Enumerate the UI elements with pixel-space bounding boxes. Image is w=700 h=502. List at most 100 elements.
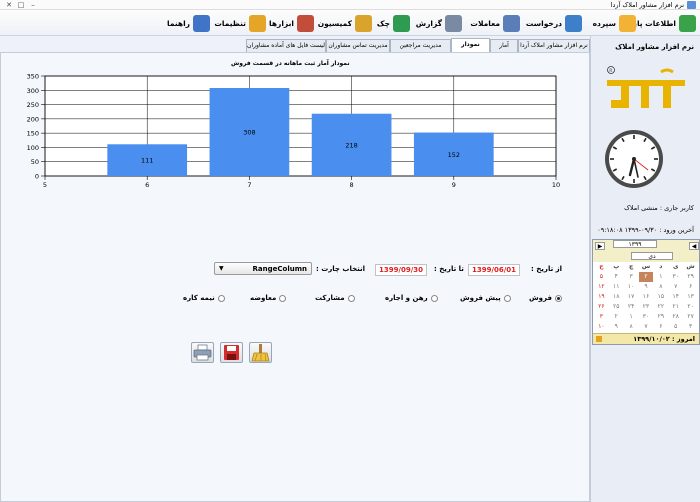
radio-label: مشارکت (315, 294, 345, 302)
save-icon (224, 345, 239, 360)
calendar-prev-icon[interactable]: ◀ (689, 242, 699, 250)
close-window-icon[interactable]: ✕ (4, 1, 14, 9)
calendar-day[interactable]: ۲ (638, 272, 654, 282)
filter-radio-3[interactable]: مشارکت (315, 294, 355, 302)
calendar-day[interactable]: ۳ (594, 312, 609, 322)
minimize-window-icon[interactable]: – (28, 1, 38, 9)
toolbar-button-3[interactable]: معاملات (470, 13, 520, 33)
calendar-day[interactable]: ۱۷ (624, 292, 639, 302)
calendar-day[interactable]: ۲۹ (653, 312, 668, 322)
calendar-day[interactable]: ۱۴ (668, 292, 683, 302)
calendar-day[interactable]: ۱۵ (653, 292, 668, 302)
chart-type-select[interactable]: ▼ RangeColumn (214, 262, 312, 275)
radio-button-icon[interactable] (554, 294, 562, 302)
broom-clear-icon (251, 344, 270, 362)
tab-2[interactable]: نمودار (451, 38, 490, 53)
calendar-day[interactable]: ۲۸ (668, 312, 683, 322)
radio-button-icon[interactable] (503, 294, 511, 302)
check-cheque-icon (393, 14, 410, 32)
folder-add-icon (679, 14, 696, 32)
calendar-day[interactable]: ۸ (653, 282, 668, 292)
radio-button-icon[interactable] (430, 294, 438, 302)
document-pen-icon (503, 14, 520, 32)
calendar-day[interactable]: ۱ (624, 312, 639, 322)
filter-radio-4[interactable]: معاوضه (250, 294, 287, 302)
save-button[interactable] (220, 342, 243, 363)
calendar-day[interactable]: ۲۴ (624, 302, 639, 312)
calendar-day[interactable]: ۷ (668, 282, 683, 292)
clear-button[interactable] (249, 342, 272, 363)
calendar-day[interactable]: ۱۹ (594, 292, 609, 302)
calendar-day[interactable]: ۱۶ (639, 292, 654, 302)
tab-4[interactable]: مدیریت تماس مشاوران (326, 39, 390, 52)
tab-5[interactable]: لیست فایل های آماده مشاوران (246, 39, 326, 52)
current-user-text: کاربر جاری : منشی املاک (624, 204, 694, 212)
toolbar-button-1[interactable]: سپرده (593, 13, 636, 33)
calendar-day[interactable]: ۱ (653, 272, 668, 282)
toolbar-button-0[interactable]: اطلاعات پایه (630, 13, 696, 33)
calendar-day[interactable]: ۱۳ (683, 292, 698, 302)
calendar-day[interactable]: ۲ (609, 312, 624, 322)
radio-button-icon[interactable] (217, 294, 225, 302)
maximize-window-icon[interactable]: □ (16, 1, 26, 9)
calendar-month-select[interactable]: دی (631, 252, 673, 260)
calendar-day[interactable]: ۹ (639, 282, 654, 292)
tab-3[interactable]: مدیریت مراجعین (390, 39, 451, 52)
gear-icon (249, 14, 266, 32)
calendar-day[interactable]: ۲۷ (683, 312, 698, 322)
today-label: امروز : ۱۳۹۹/۱۰/۰۲ (633, 335, 695, 343)
calendar-day[interactable]: ۱۱ (609, 282, 624, 292)
calendar-day[interactable]: ۲۹ (683, 272, 698, 282)
calendar-day[interactable]: ۳۰ (639, 312, 654, 322)
filter-radio-0[interactable]: فروش (529, 294, 562, 302)
toolbar-button-8[interactable]: تنظیمات (214, 13, 266, 33)
folder-icon (619, 14, 636, 32)
to-date-field[interactable]: 1399/09/30 (375, 264, 427, 276)
calendar-day[interactable]: ۱۰ (594, 322, 609, 332)
toolbar-button-9[interactable]: راهنما (167, 13, 210, 33)
toolbar-button-4[interactable]: گزارش (416, 13, 462, 33)
radio-button-icon[interactable] (347, 294, 355, 302)
radio-button-icon[interactable] (279, 294, 287, 302)
calendar-day[interactable]: ۴ (683, 322, 698, 332)
calendar-day[interactable]: ۳ (624, 272, 639, 282)
calendar-day[interactable]: ۱۰ (624, 282, 639, 292)
toolbar-button-label: راهنما (167, 18, 190, 28)
calendar-next-icon[interactable]: ▶ (595, 242, 605, 250)
filter-radio-5[interactable]: نیمه کاره (183, 294, 225, 302)
printer-icon (193, 344, 212, 361)
calendar-weekday: پ (613, 263, 620, 270)
calendar-day[interactable]: ۵ (668, 322, 683, 332)
calendar-day[interactable]: ۲۰ (683, 302, 698, 312)
calendar-day[interactable]: ۴ (609, 272, 624, 282)
calendar-day[interactable]: ۹ (609, 322, 624, 332)
calendar-today-bar[interactable]: امروز : ۱۳۹۹/۱۰/۰۲ (593, 333, 699, 344)
calendar-day[interactable]: ۵ (594, 272, 609, 282)
print-button[interactable] (191, 342, 214, 363)
toolbar-button-7[interactable]: ابزارها (269, 13, 314, 33)
calendar-day[interactable]: ۶ (653, 322, 668, 332)
calendar-day[interactable]: ۶ (683, 282, 698, 292)
filter-panel: از تاریخ : 1399/06/01 تا تاریخ : 1399/09… (1, 53, 591, 502)
tab-1[interactable]: آمار (490, 39, 518, 52)
calendar-day[interactable]: ۷ (639, 322, 654, 332)
calendar-day[interactable]: ۲۵ (609, 302, 624, 312)
svg-text:R: R (609, 68, 612, 74)
tab-0[interactable]: نرم افزار مشاور املاک آردا (518, 39, 590, 52)
calendar-day[interactable]: ۸ (624, 322, 639, 332)
filter-radio-2[interactable]: رهن و اجاره (385, 294, 438, 302)
calendar-day[interactable]: ۲۱ (668, 302, 683, 312)
toolbar-button-5[interactable]: چک (377, 13, 410, 33)
calendar-day[interactable]: ۲۳ (639, 302, 654, 312)
toolbar-button-2[interactable]: درخواست (526, 13, 582, 33)
calendar-day[interactable]: ۲۶ (594, 302, 609, 312)
calendar-day[interactable]: ۳۰ (668, 272, 683, 282)
toolbar-button-6[interactable]: کمیسیون (318, 13, 372, 33)
calendar-year-select[interactable]: ۱۳۹۹ (613, 240, 657, 248)
filter-radio-1[interactable]: پیش فروش (460, 294, 511, 302)
calendar-day[interactable]: ۱۲ (594, 282, 609, 292)
from-date-field[interactable]: 1399/06/01 (468, 264, 520, 276)
calendar: ◀ ۱۳۹۹ ▶ دی ش ی د س چ پ ج ۲۹ ۳۰ ۱ ۲ ۳ ۴ ۵ ۶ ۷ ۸ ۹ ۱۰ ۱۱ ۱۲ ۱۳… (592, 239, 700, 345)
calendar-day[interactable]: ۱۸ (609, 292, 624, 302)
calendar-day[interactable]: ۲۲ (653, 302, 668, 312)
